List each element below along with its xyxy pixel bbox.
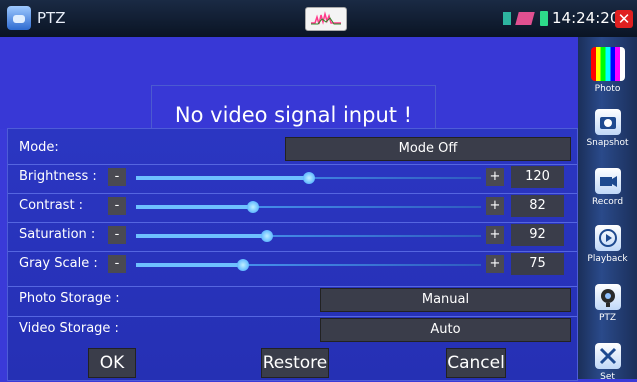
slider-row: Saturation : - + 92 <box>8 222 577 249</box>
gray-scale-value[interactable]: 75 <box>511 253 564 275</box>
brightness-decrease-button[interactable]: - <box>108 168 126 186</box>
gray-scale-slider[interactable] <box>136 259 481 271</box>
slider-row: Brightness : - + 120 <box>8 164 577 191</box>
slider-row: Gray Scale : - + 75 <box>8 251 577 278</box>
ptz-settings-panel: Mode: Mode Off Brightness : - + 120 Cont… <box>7 128 578 381</box>
sidebar-item-record[interactable]: Record <box>578 168 637 207</box>
video-storage-select[interactable]: Auto <box>320 318 571 342</box>
contrast-decrease-button[interactable]: - <box>108 197 126 215</box>
gray-scale-label: Gray Scale : <box>19 256 98 271</box>
slider-handle[interactable] <box>261 230 274 242</box>
photo-storage-label: Photo Storage : <box>19 291 120 306</box>
network-status-icon <box>503 12 511 25</box>
close-button[interactable]: ✕ <box>615 10 633 28</box>
color-bars-icon <box>590 47 625 81</box>
cancel-button[interactable]: Cancel <box>446 348 506 378</box>
saturation-decrease-button[interactable]: - <box>108 226 126 244</box>
gray-scale-increase-button[interactable]: + <box>486 255 504 273</box>
sidebar-item-label: Record <box>591 197 624 207</box>
brightness-value[interactable]: 120 <box>511 166 564 188</box>
brightness-label: Brightness : <box>19 169 97 184</box>
camera-icon <box>594 109 621 135</box>
photo-storage-select[interactable]: Manual <box>320 288 571 312</box>
title-bar: PTZ 14:24:20 ✕ <box>0 0 637 37</box>
video-storage-row: Video Storage : Auto <box>8 316 577 343</box>
sidebar-item-label: Photo <box>594 84 621 94</box>
mode-label: Mode: <box>19 140 59 155</box>
photo-storage-row: Photo Storage : Manual <box>8 286 577 313</box>
no-signal-message: No video signal input ! <box>151 85 436 132</box>
brightness-slider[interactable] <box>136 172 481 184</box>
ptz-camera-icon <box>594 284 621 310</box>
contrast-slider[interactable] <box>136 201 481 213</box>
sidebar-item-ptz[interactable]: PTZ <box>578 284 637 323</box>
brightness-increase-button[interactable]: + <box>486 168 504 186</box>
sidebar-item-label: Playback <box>587 254 628 264</box>
sidebar-item-playback[interactable]: Playback <box>578 225 637 264</box>
slider-handle[interactable] <box>236 259 249 271</box>
mode-row: Mode: Mode Off <box>8 136 577 162</box>
saturation-label: Saturation : <box>19 227 96 242</box>
slider-handle[interactable] <box>302 172 315 184</box>
saturation-value[interactable]: 92 <box>511 224 564 246</box>
battery-icon <box>540 11 548 26</box>
tools-icon <box>594 343 621 369</box>
contrast-increase-button[interactable]: + <box>486 197 504 215</box>
contrast-value[interactable]: 82 <box>511 195 564 217</box>
sidebar-item-label: Set <box>600 372 615 382</box>
sidebar-item-label: Snapshot <box>586 138 629 148</box>
sidebar-item-label: PTZ <box>598 313 617 323</box>
link-status-icon <box>515 12 535 25</box>
video-storage-label: Video Storage : <box>19 321 119 336</box>
sidebar-item-snapshot[interactable]: Snapshot <box>578 109 637 148</box>
signal-waveform-icon <box>305 7 347 31</box>
slider-handle[interactable] <box>247 201 260 213</box>
sidebar: Photo Snapshot Record Playback PTZ Set <box>578 37 637 382</box>
contrast-label: Contrast : <box>19 198 84 213</box>
video-camera-icon <box>594 168 621 194</box>
saturation-slider[interactable] <box>136 230 481 242</box>
slider-row: Contrast : - + 82 <box>8 193 577 220</box>
saturation-increase-button[interactable]: + <box>486 226 504 244</box>
play-icon <box>594 225 621 251</box>
gray-scale-decrease-button[interactable]: - <box>108 255 126 273</box>
clock: 14:24:20 <box>552 9 620 27</box>
mode-select[interactable]: Mode Off <box>285 137 571 161</box>
ok-button[interactable]: OK <box>88 348 136 378</box>
app-icon <box>7 6 31 30</box>
sidebar-item-set[interactable]: Set <box>578 343 637 382</box>
restore-button[interactable]: Restore <box>261 348 329 378</box>
sidebar-item-photo[interactable]: Photo <box>578 47 637 94</box>
app-title: PTZ <box>37 9 66 27</box>
